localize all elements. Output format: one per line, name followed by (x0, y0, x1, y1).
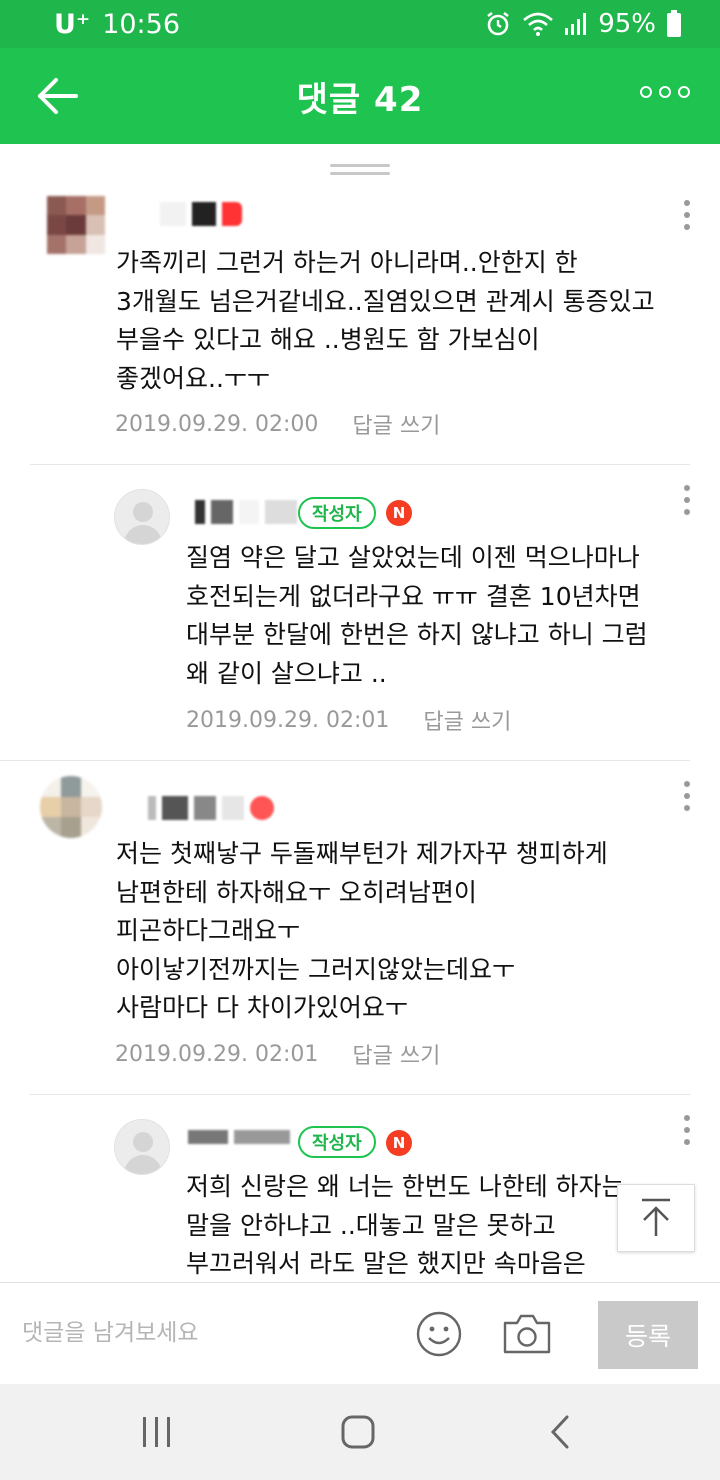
app-header: 댓글 42 (0, 48, 720, 144)
n-badge-icon: N (386, 500, 412, 526)
arrow-up-icon (642, 1198, 670, 1236)
status-bar: U⁺ 10:56 95% (0, 0, 720, 48)
avatar[interactable] (47, 196, 105, 254)
avatar[interactable] (40, 776, 102, 838)
page-title: 댓글 42 (296, 79, 424, 120)
comment-meta: 2019.09.29. 02:01 답글 쓰기 (186, 704, 511, 736)
reply-button[interactable]: 답글 쓰기 (352, 408, 440, 440)
author-name-blurred[interactable] (188, 1130, 290, 1144)
alarm-icon (484, 10, 512, 38)
comment-text: 가족끼리 그런거 하는거 아니라며..안한지 한 3개월도 넘은거같네요..질염있… (116, 248, 655, 393)
comment-meta: 2019.09.29. 02:01 답글 쓰기 (115, 1038, 440, 1070)
divider (0, 760, 690, 761)
status-time: 10:56 (102, 8, 180, 40)
system-nav-bar (0, 1384, 720, 1480)
comment-input[interactable] (22, 1313, 382, 1353)
n-badge-icon: N (386, 1130, 412, 1156)
battery-icon (666, 10, 682, 38)
comment-date: 2019.09.29. 02:00 (115, 411, 319, 437)
comment-text: 질염 약은 달고 살았었는데 이젠 먹으나마나 호전되는게 없더라구요 ㅠㅠ 결혼… (186, 543, 648, 688)
comment-menu-icon[interactable] (680, 200, 694, 230)
comment-list[interactable]: 가족끼리 그런거 하는거 아니라며..안한지 한 3개월도 넘은거같네요..질염있… (0, 144, 720, 1282)
divider (30, 1094, 690, 1095)
comment-meta: 2019.09.29. 02:00 답글 쓰기 (115, 408, 440, 440)
camera-icon[interactable] (502, 1313, 552, 1355)
arrow-left-icon[interactable] (36, 76, 80, 116)
carrier-label: U⁺ (54, 8, 91, 40)
smiley-icon[interactable] (416, 1311, 462, 1357)
battery-percent: 95% (598, 9, 656, 39)
wifi-icon (522, 11, 554, 37)
recent-apps-icon[interactable] (141, 1414, 173, 1454)
divider (30, 464, 690, 465)
author-badge: 작성자 (298, 497, 376, 529)
avatar[interactable] (114, 489, 170, 545)
signal-icon (564, 12, 588, 36)
reply-button[interactable]: 답글 쓰기 (423, 704, 511, 736)
author-name-blurred[interactable] (148, 796, 274, 820)
back-icon[interactable] (548, 1414, 572, 1454)
more-horizontal-icon[interactable] (640, 86, 690, 98)
author-name-blurred[interactable] (160, 202, 242, 226)
comment-text: 저는 첫째낳구 두돌째부턴가 제가자꾸 챙피하게 남편한테 하자해요ㅜ 오히려남편… (116, 839, 608, 1022)
comment-date: 2019.09.29. 02:01 (115, 1041, 319, 1067)
comment-date: 2019.09.29. 02:01 (186, 707, 390, 733)
home-icon[interactable] (340, 1414, 376, 1454)
comment-input-bar: 등록 (0, 1282, 720, 1384)
avatar[interactable] (114, 1119, 170, 1175)
comment-menu-icon[interactable] (680, 485, 694, 515)
reply-button[interactable]: 답글 쓰기 (352, 1038, 440, 1070)
author-badge: 작성자 (298, 1126, 376, 1158)
scroll-to-top-button[interactable] (617, 1184, 695, 1252)
submit-button[interactable]: 등록 (598, 1301, 698, 1369)
author-name-blurred[interactable] (195, 500, 297, 524)
drag-handle[interactable] (330, 164, 390, 178)
comment-menu-icon[interactable] (680, 781, 694, 811)
comment-text: 저희 신랑은 왜 너는 한번도 나한테 하자는 말을 안하냐고 ..대놓고 말은 … (186, 1172, 625, 1278)
comment-menu-icon[interactable] (680, 1115, 694, 1145)
